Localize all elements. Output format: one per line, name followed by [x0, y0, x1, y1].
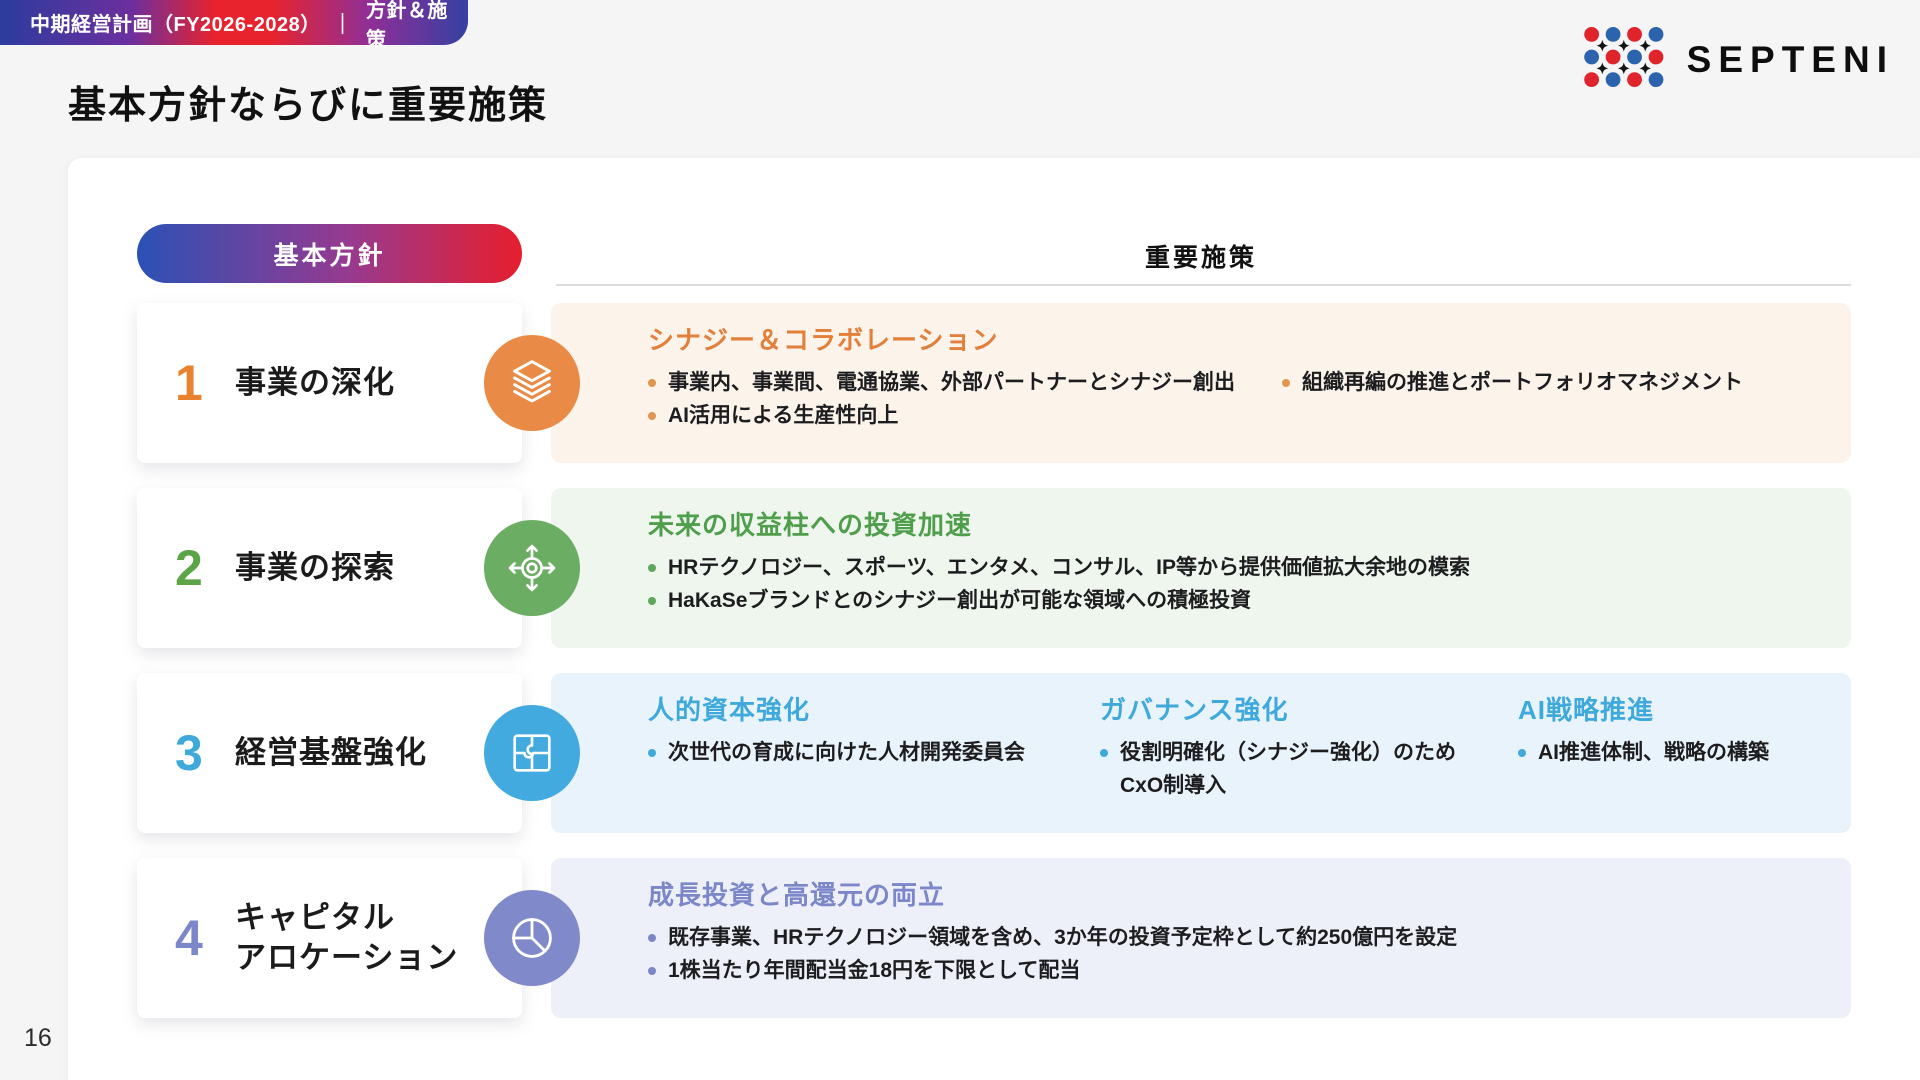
row1-policy-label: 事業の深化 [235, 363, 395, 403]
explore-icon [484, 520, 580, 616]
row3-number: 3 [175, 728, 209, 778]
page-title: 基本方針ならびに重要施策 [68, 74, 548, 129]
row3-col-human-capital: 人的資本強化 次世代の育成に向けた人材開発委員会 [648, 690, 1100, 769]
pie-chart-icon [484, 890, 580, 986]
policy-row-1: 1 事業の深化 シナジー＆コラボレーション 事業内、事業間、電通協業、外部パート… [68, 303, 1920, 463]
row2-policy-label: 事業の探索 [235, 548, 395, 588]
row2-policy-card: 2 事業の探索 [137, 488, 522, 648]
row1-number: 1 [175, 358, 209, 408]
policy-row-2: 2 事業の探索 未来の収益柱への投資加速 HRテクノロジー、スポーツ、エンタメ、… [68, 488, 1920, 648]
bullet-dot [648, 934, 656, 942]
bullet-dot [1282, 379, 1290, 387]
row1-bullet-1: 事業内、事業間、電通協業、外部パートナーとシナジー創出 [648, 366, 1248, 399]
row4-number: 4 [175, 913, 209, 963]
bullet-dot [648, 749, 656, 757]
bullet-dot [648, 597, 656, 605]
row4-heading: 成長投資と高還元の両立 [648, 875, 1851, 912]
row1-bullet-3: 組織再編の推進とポートフォリオマネジメント [1282, 366, 1851, 399]
row3-col3-bullet-1: AI推進体制、戦略の構築 [1518, 736, 1851, 769]
bullet-dot [648, 379, 656, 387]
row4-bullet-1: 既存事業、HRテクノロジー領域を含め、3か年の投資予定枠として約250億円を設定 [648, 921, 1851, 954]
policy-row-3: 3 経営基盤強化 人的資本強化 次世代の育成に向けた人材開発委員会 ガ [68, 673, 1920, 833]
row1-content: シナジー＆コラボレーション 事業内、事業間、電通協業、外部パートナーとシナジー創… [648, 303, 1851, 463]
bullet-dot [648, 412, 656, 420]
page-number: 16 [24, 1024, 52, 1053]
row4-content: 成長投資と高還元の両立 既存事業、HRテクノロジー領域を含め、3か年の投資予定枠… [648, 858, 1851, 1018]
badge-divider: ｜ [332, 8, 353, 37]
row3-content: 人的資本強化 次世代の育成に向けた人材開発委員会 ガバナンス強化 役割明確化（シ… [648, 673, 1851, 833]
row1-heading: シナジー＆コラボレーション [648, 320, 1851, 357]
row3-col2-bullet-1: 役割明確化（シナジー強化）のため CxO制導入 [1100, 736, 1518, 802]
badge-plan-label: 中期経営計画（FY2026-2028） [30, 8, 319, 37]
bullet-dot [648, 967, 656, 975]
key-measures-header: 重要施策 [551, 238, 1851, 274]
badge-section-label: 方針＆施策 [366, 0, 468, 52]
septeni-wordmark: SEPTENI [1687, 39, 1894, 81]
row2-bullet-2: HaKaSeブランドとのシナジー創出が可能な領域への積極投資 [648, 584, 1851, 617]
row3-col2-heading: ガバナンス強化 [1100, 690, 1518, 727]
row1-policy-card: 1 事業の深化 [137, 303, 522, 463]
row4-policy-label: キャピタル アロケーション [235, 898, 458, 979]
row3-col1-heading: 人的資本強化 [648, 690, 1100, 727]
slide: 中期経営計画（FY2026-2028） ｜ 方針＆施策 基本方針ならびに重要施策 [0, 0, 1920, 1080]
row3-col3-heading: AI戦略推進 [1518, 690, 1851, 727]
header-badge: 中期経営計画（FY2026-2028） ｜ 方針＆施策 [0, 0, 468, 45]
row2-heading: 未来の収益柱への投資加速 [648, 505, 1851, 542]
bullet-dot [1518, 749, 1526, 757]
basic-policy-pill: 基本方針 [137, 224, 522, 283]
row3-policy-label: 経営基盤強化 [235, 733, 427, 773]
row2-bullet-1: HRテクノロジー、スポーツ、エンタメ、コンサル、IP等から提供価値拡大余地の模索 [648, 551, 1851, 584]
septeni-logo-mark-icon [1583, 26, 1667, 93]
layers-icon [484, 335, 580, 431]
septeni-logo: SEPTENI [1583, 26, 1894, 93]
row3-col-ai-strategy: AI戦略推進 AI推進体制、戦略の構築 [1518, 690, 1851, 769]
main-panel: 基本方針 重要施策 1 事業の深化 シナジー＆コラボレーション [68, 158, 1920, 1080]
row2-number: 2 [175, 543, 209, 593]
bullet-dot [1100, 749, 1108, 757]
row4-bullet-2: 1株当たり年間配当金18円を下限として配当 [648, 954, 1851, 987]
puzzle-icon [484, 705, 580, 801]
row3-col-governance: ガバナンス強化 役割明確化（シナジー強化）のため CxO制導入 [1100, 690, 1518, 802]
row4-policy-card: 4 キャピタル アロケーション [137, 858, 522, 1018]
row3-col1-bullet-1: 次世代の育成に向けた人材開発委員会 [648, 736, 1100, 769]
row1-bullet-2: AI活用による生産性向上 [648, 399, 1248, 432]
header-underline [556, 284, 1851, 286]
row2-content: 未来の収益柱への投資加速 HRテクノロジー、スポーツ、エンタメ、コンサル、IP等… [648, 488, 1851, 648]
policy-row-4: 4 キャピタル アロケーション 成長投資と高還元の両立 既存事業、HRテクノロジ… [68, 858, 1920, 1018]
bullet-dot [648, 564, 656, 572]
row3-policy-card: 3 経営基盤強化 [137, 673, 522, 833]
